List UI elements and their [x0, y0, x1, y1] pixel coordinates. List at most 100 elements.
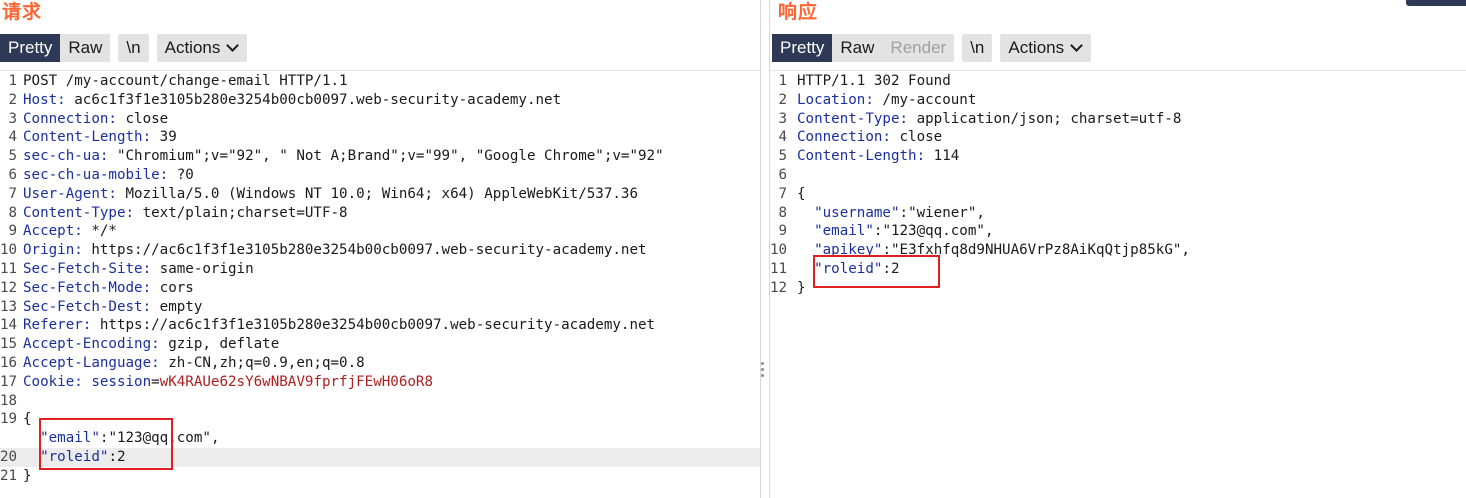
line-number: 6 [8, 166, 17, 183]
line-number: 21 [0, 467, 18, 484]
code-line: 7 User-Agent: Mozilla/5.0 (Windows NT 10.… [0, 185, 760, 204]
pane-splitter[interactable] [760, 0, 770, 498]
line-number: 11 [770, 260, 788, 277]
line-content: Content-Type: text/plain;charset=UTF-8 [23, 204, 348, 223]
line-content: sec-ch-ua: "Chromium";v="92", " Not A;Br… [23, 147, 664, 166]
line-number: 13 [0, 298, 18, 315]
line-number: 15 [0, 336, 18, 353]
header-name: sec-ch-ua-mobile: [23, 166, 169, 183]
header-name: Sec-Fetch-Dest: [23, 298, 152, 315]
header-name: Content-Length: [797, 148, 926, 165]
request-actions-menu[interactable]: Actions [156, 34, 248, 62]
response-tabbar: Pretty Raw Render \n Actions [772, 34, 1092, 62]
line-content: Sec-Fetch-Dest: empty [23, 298, 202, 317]
json-trailing: , [1181, 242, 1190, 259]
code-line: 7{ [770, 185, 1466, 204]
request-newline-toggle[interactable]: \n [118, 34, 149, 62]
cookie-value: wK4RAUe62sY6wNBAV9fprfjFEwH06oR8 [159, 373, 434, 390]
cookie-name: session [82, 373, 152, 390]
line-content: Host: ac6c1f3f1e3105b280e3254b00cb0097.w… [23, 91, 561, 110]
code-line: 2 Location: /my-account [770, 91, 1466, 110]
header-value: close [890, 129, 943, 146]
line-content: Origin: https://ac6c1f3f1e3105b280e3254b… [23, 241, 647, 260]
code-line: 4 Content-Length: 39 [0, 128, 760, 147]
response-title: 响应 [778, 1, 819, 23]
line-content: POST /my-account/change-email HTTP/1.1 [23, 72, 348, 91]
code-line: 6 sec-ch-ua-mobile: ?0 [0, 166, 760, 185]
line-number: 3 [778, 110, 787, 127]
line-text: { [797, 185, 806, 202]
header-value: */* [82, 223, 117, 240]
response-tab-raw[interactable]: Raw [832, 34, 883, 62]
layout-toggle-button[interactable] [1406, 0, 1466, 6]
line-content: } [797, 279, 806, 298]
header-value: https://ac6c1f3f1e3105b280e3254b00cb0097… [82, 242, 647, 259]
code-line: 14 Referer: https://ac6c1f3f1e3105b280e32… [0, 316, 760, 335]
response-actions-menu[interactable]: Actions [1000, 34, 1092, 62]
line-text: { [23, 411, 32, 428]
response-pane: 响应 Pretty Raw Render \n Actions 1 HTTP/1.… [770, 0, 1466, 498]
line-number: 5 [8, 148, 17, 165]
line-content: Accept-Encoding: gzip, deflate [23, 335, 279, 354]
line-content: User-Agent: Mozilla/5.0 (Windows NT 10.0… [23, 185, 638, 204]
header-value: close [116, 110, 169, 127]
line-number: 9 [8, 223, 17, 240]
code-line: 1 HTTP/1.1 302 Found [770, 72, 1466, 91]
response-tab-pretty[interactable]: Pretty [772, 34, 833, 62]
header-name: Sec-Fetch-Site: [23, 260, 152, 277]
code-line: 8 "username":"wiener", [770, 204, 1466, 223]
line-content: Cookie: session=wK4RAUe62sY6wNBAV9fprfjF… [23, 373, 433, 392]
header-name: Cookie: [23, 373, 83, 390]
json-trailing: , [984, 223, 994, 240]
header-value: text/plain;charset=UTF-8 [134, 204, 348, 221]
json-trailing: , [210, 430, 220, 447]
request-pane: 请求 Pretty Raw \n Actions 1 POST /my-accou… [0, 0, 760, 498]
line-content: Sec-Fetch-Site: same-origin [23, 260, 254, 279]
line-content: "email":"123@qq.com", [797, 222, 993, 241]
code-line: 15 Accept-Encoding: gzip, deflate [0, 335, 760, 354]
header-name: Accept-Encoding: [23, 336, 160, 353]
header-name: Accept-Language: [23, 354, 160, 371]
line-number: 6 [778, 166, 787, 183]
line-content: } [23, 467, 32, 486]
line-number: 10 [0, 242, 18, 259]
code-line: 3 Content-Type: application/json; charset… [770, 110, 1466, 129]
header-name: Sec-Fetch-Mode: [23, 279, 152, 296]
line-number: 20 [0, 448, 18, 465]
code-line: 9 "email":"123@qq.com", [770, 222, 1466, 241]
header-value: 114 [925, 148, 960, 165]
line-content: Content-Type: application/json; charset=… [797, 110, 1181, 129]
header-value: Mozilla/5.0 (Windows NT 10.0; Win64; x64… [116, 185, 639, 202]
code-line: 17 Cookie: session=wK4RAUe62sY6wNBAV9fprf… [0, 373, 760, 392]
line-text: POST /my-account/change-email HTTP/1.1 [23, 73, 348, 89]
line-content: Sec-Fetch-Mode: cors [23, 279, 194, 298]
line-content: Location: /my-account [797, 91, 976, 110]
line-content: sec-ch-ua-mobile: ?0 [23, 166, 194, 185]
code-line: 5 sec-ch-ua: "Chromium";v="92", " Not A;B… [0, 147, 760, 166]
header-value: cors [151, 279, 194, 296]
line-number: 5 [778, 148, 787, 165]
code-line: 10 Origin: https://ac6c1f3f1e3105b280e325… [0, 241, 760, 260]
request-tab-raw[interactable]: Raw [60, 34, 111, 62]
request-tabbar: Pretty Raw \n Actions [0, 34, 248, 62]
line-number: 10 [770, 242, 788, 259]
line-number: 19 [0, 411, 18, 428]
response-tab-render[interactable]: Render [882, 34, 955, 62]
code-line: 5 Content-Length: 114 [770, 147, 1466, 166]
line-number: 8 [8, 204, 17, 221]
header-name: Content-Type: [23, 204, 135, 221]
request-annotation-box [39, 418, 173, 470]
line-number: 17 [0, 373, 18, 390]
header-value: https://ac6c1f3f1e3105b280e3254b00cb0097… [91, 317, 656, 334]
request-tab-pretty[interactable]: Pretty [0, 34, 61, 62]
header-name: Connection: [797, 129, 891, 146]
chevron-down-icon [226, 39, 240, 52]
response-newline-toggle[interactable]: \n [962, 34, 993, 62]
json-key: "username" [814, 204, 900, 221]
splitter-grip-dot [761, 374, 764, 377]
response-view-tabs: Pretty Raw Render [772, 34, 955, 62]
header-name: Origin: [23, 242, 83, 259]
code-line: 6 [770, 166, 1466, 185]
